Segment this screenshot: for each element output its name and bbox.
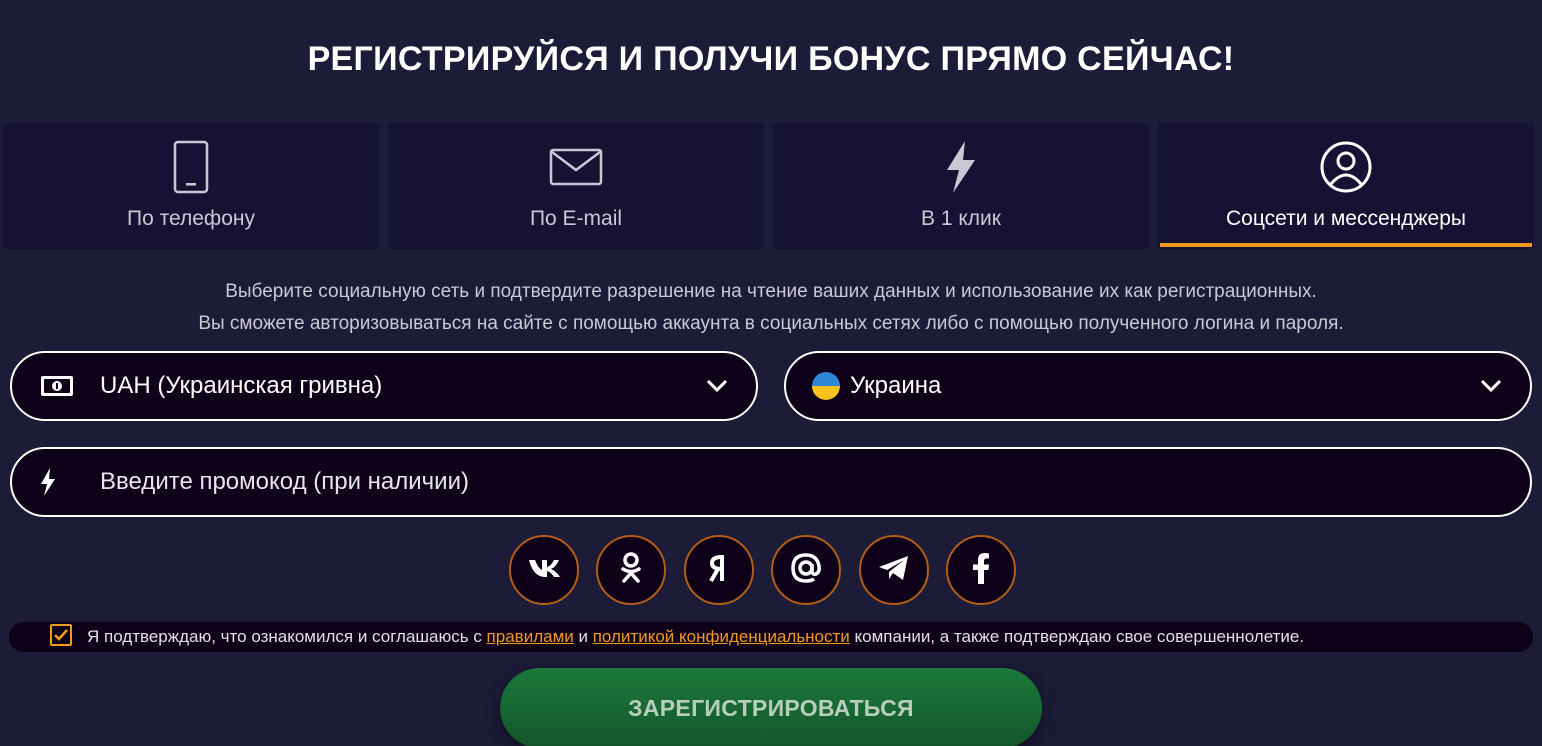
- tab-label: По телефону: [127, 207, 255, 230]
- telegram-button[interactable]: [859, 535, 929, 605]
- promo-input-wrap: [100, 468, 1400, 496]
- agreement-text-and: и: [573, 627, 593, 646]
- ukraine-flag-icon: [812, 372, 840, 400]
- mail-ru-button[interactable]: [771, 535, 841, 605]
- lightning-icon: [40, 468, 56, 496]
- agreement-text-after: компании, а также подтверждаю свое совер…: [849, 627, 1305, 646]
- facebook-icon: [972, 552, 990, 589]
- country-select[interactable]: Украина: [784, 351, 1532, 421]
- promo-field[interactable]: [10, 447, 1532, 517]
- agreement-text-before: Я подтверждаю, что ознакомился и соглаша…: [87, 627, 487, 646]
- description-line: Выберите социальную сеть и подтвердите р…: [225, 281, 1317, 302]
- tab-email[interactable]: По E-mail: [388, 123, 764, 249]
- description-line: Вы сможете авторизовываться на сайте с п…: [198, 313, 1344, 334]
- vk-button[interactable]: [509, 535, 579, 605]
- country-value: Украина: [850, 372, 942, 399]
- yandex-icon: [708, 553, 730, 588]
- tab-phone[interactable]: По телефону: [3, 123, 379, 249]
- mail-icon: [388, 139, 764, 195]
- agreement-text: Я подтверждаю, что ознакомился и соглаша…: [87, 627, 1304, 647]
- tab-label: Соцсети и мессенджеры: [1225, 207, 1466, 230]
- telegram-icon: [878, 554, 910, 587]
- tab-label: По E-mail: [529, 207, 623, 230]
- promo-input[interactable]: [100, 468, 1400, 496]
- banknote-icon: [40, 375, 74, 397]
- at-icon: [790, 552, 822, 589]
- agreement-bar: Я подтверждаю, что ознакомился и соглаша…: [9, 622, 1533, 652]
- social-description: Выберите социальную сеть и подтвердите р…: [0, 276, 1542, 340]
- agreement-checkbox[interactable]: [50, 624, 72, 646]
- phone-icon: [3, 139, 379, 195]
- tab-label: В 1 клик: [921, 207, 1001, 230]
- facebook-button[interactable]: [946, 535, 1016, 605]
- ok-button[interactable]: [596, 535, 666, 605]
- privacy-policy-link[interactable]: политикой конфиденциальности: [593, 627, 850, 646]
- check-icon: [54, 629, 68, 641]
- currency-select[interactable]: UAH (Украинская гривна): [10, 351, 758, 421]
- chevron-down-icon: [1480, 379, 1502, 393]
- user-circle-icon: [1158, 139, 1534, 195]
- lightning-icon: [773, 139, 1149, 195]
- yandex-button[interactable]: [684, 535, 754, 605]
- currency-value: UAH (Украинская гривна): [100, 372, 383, 399]
- tab-one-click[interactable]: В 1 клик: [773, 123, 1149, 249]
- ok-icon: [619, 551, 643, 589]
- register-button[interactable]: ЗАРЕГИСТРИРОВАТЬСЯ: [500, 668, 1042, 746]
- chevron-down-icon: [706, 379, 728, 393]
- rules-link[interactable]: правилами: [487, 627, 574, 646]
- tab-social[interactable]: Соцсети и мессенджеры: [1158, 123, 1534, 249]
- registration-tabs: По телефону По E-mail В 1 клик Соцсети и…: [3, 123, 1535, 249]
- vk-icon: [527, 557, 561, 584]
- page-title: РЕГИСТРИРУЙСЯ И ПОЛУЧИ БОНУС ПРЯМО СЕЙЧА…: [307, 40, 1235, 78]
